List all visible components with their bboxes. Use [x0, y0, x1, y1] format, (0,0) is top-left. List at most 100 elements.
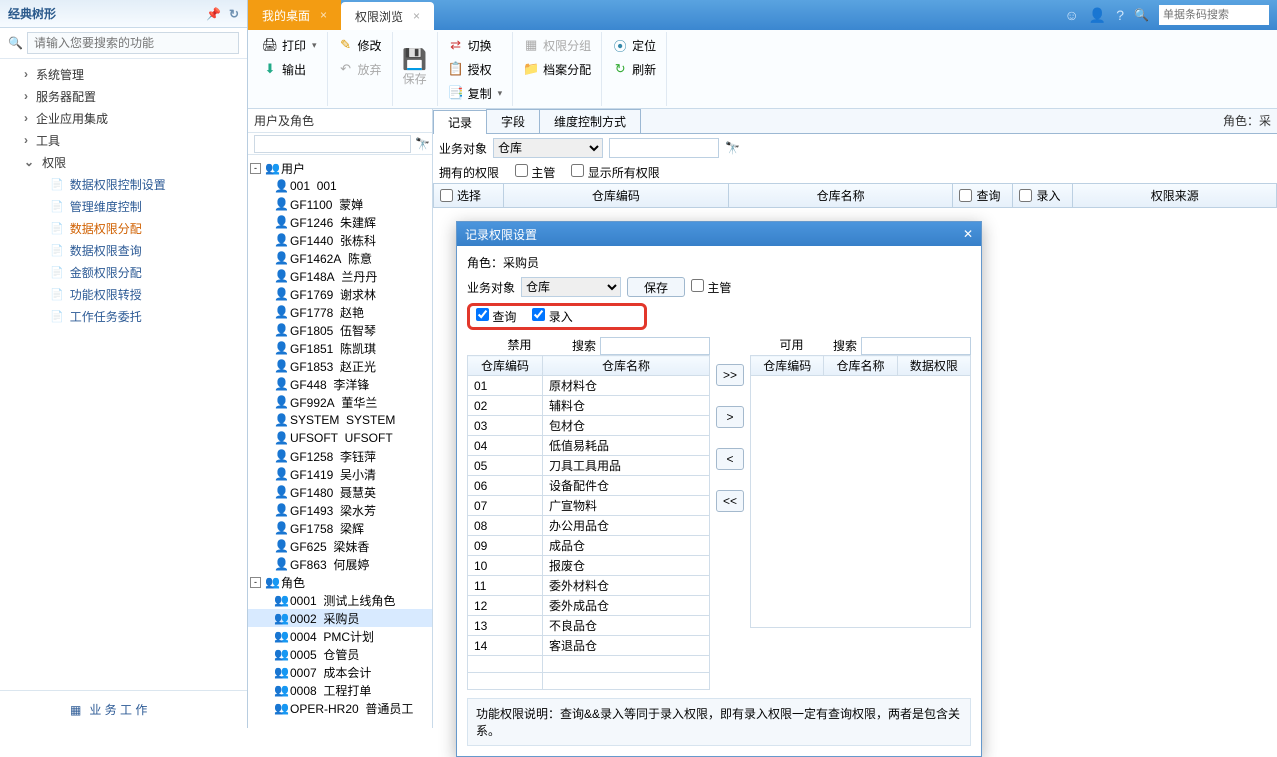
query-checkbox[interactable]: 查询 [476, 308, 516, 325]
tree-permission[interactable]: 权限 [0, 151, 247, 173]
user-node[interactable]: 👤GF1480 聂慧英 [248, 483, 432, 501]
supervisor-checkbox[interactable]: 主管 [515, 164, 555, 181]
user-node[interactable]: 👤GF1851 陈凯琪 [248, 339, 432, 357]
tree-tools[interactable]: 工具 [0, 129, 247, 151]
abandon-button[interactable]: ↶放弃 [334, 58, 386, 80]
tree-group[interactable]: -👥用户 [248, 159, 432, 177]
available-search-input[interactable] [861, 337, 971, 355]
user-node[interactable]: 👤GF1778 赵艳 [248, 303, 432, 321]
file-alloc-button[interactable]: 📁档案分配 [519, 58, 595, 80]
move-all-right-button[interactable]: >> [716, 364, 744, 386]
table-row[interactable]: 11委外材料仓 [468, 576, 710, 596]
table-row[interactable]: 10报废仓 [468, 556, 710, 576]
tab-record[interactable]: 记录 [433, 110, 487, 134]
help-icon[interactable]: ? [1116, 7, 1124, 23]
pin-icon[interactable]: 📌 [206, 7, 221, 21]
table-row[interactable]: 05刀具工具用品 [468, 456, 710, 476]
user-node[interactable]: 👤UFSOFT UFSOFT [248, 429, 432, 447]
tree-server[interactable]: 服务器配置 [0, 85, 247, 107]
dialog-save-button[interactable]: 保存 [627, 277, 685, 297]
user-node[interactable]: 👤GF148A 兰丹丹 [248, 267, 432, 285]
locate-button[interactable]: ⦿定位 [608, 34, 660, 56]
smile-icon[interactable]: ☺ [1065, 7, 1079, 23]
dialog-supervisor-checkbox[interactable]: 主管 [691, 279, 731, 296]
output-button[interactable]: ⬇输出 [258, 58, 321, 80]
move-all-left-button[interactable]: << [716, 490, 744, 512]
table-row[interactable]: 13不良品仓 [468, 616, 710, 636]
show-all-checkbox[interactable]: 显示所有权限 [571, 164, 659, 181]
sidebar-subitem[interactable]: 管理维度控制 [0, 195, 247, 217]
tree-enterprise[interactable]: 企业应用集成 [0, 107, 247, 129]
biz-object-select[interactable]: 仓库 [493, 138, 603, 158]
role-node[interactable]: 👥0005 仓管员 [248, 645, 432, 663]
save-button[interactable]: 💾保存 [399, 52, 431, 87]
sidebar-subitem[interactable]: 金额权限分配 [0, 261, 247, 283]
role-node[interactable]: 👥0008 工程打单 [248, 681, 432, 699]
table-row[interactable]: 07广宣物料 [468, 496, 710, 516]
auth-button[interactable]: 📋授权 [444, 58, 507, 80]
user-node[interactable]: 👤GF1258 李钰萍 [248, 447, 432, 465]
user-node[interactable]: 👤GF1758 梁辉 [248, 519, 432, 537]
user-node[interactable]: 👤GF1419 吴小清 [248, 465, 432, 483]
user-search-input[interactable] [254, 135, 411, 153]
table-row[interactable]: 03包材仓 [468, 416, 710, 436]
perm-group-button[interactable]: ▦权限分组 [519, 34, 595, 56]
table-row[interactable]: 01原材料仓 [468, 376, 710, 396]
table-row[interactable]: 06设备配件仓 [468, 476, 710, 496]
role-node[interactable]: 👥0007 成本会计 [248, 663, 432, 681]
user-node[interactable]: 👤GF448 李洋锋 [248, 375, 432, 393]
tree-group[interactable]: -👥角色 [248, 573, 432, 591]
print-button[interactable]: 🖨打印▾ [258, 34, 321, 56]
entry-all-checkbox[interactable] [1019, 189, 1032, 202]
close-icon[interactable]: ✕ [963, 227, 973, 241]
user-node[interactable]: 👤GF1462A 陈意 [248, 249, 432, 267]
table-row[interactable]: 04低值易耗品 [468, 436, 710, 456]
user-node[interactable]: 👤SYSTEM SYSTEM [248, 411, 432, 429]
close-icon[interactable]: × [320, 8, 327, 22]
user-node[interactable]: 👤GF1246 朱建辉 [248, 213, 432, 231]
tab-desktop[interactable]: 我的桌面 × [248, 0, 341, 30]
table-row[interactable]: 02辅料仓 [468, 396, 710, 416]
user-icon[interactable]: 👤 [1089, 7, 1106, 24]
role-node[interactable]: 👥0001 测试上线角色 [248, 591, 432, 609]
user-node[interactable]: 👤GF863 何展婷 [248, 555, 432, 573]
user-node[interactable]: 👤GF1100 蒙婵 [248, 195, 432, 213]
entry-checkbox[interactable]: 录入 [532, 308, 572, 325]
user-node[interactable]: 👤001 001 [248, 177, 432, 195]
user-node[interactable]: 👤GF1853 赵正光 [248, 357, 432, 375]
close-icon[interactable]: × [413, 9, 420, 23]
filter-input[interactable] [609, 138, 719, 158]
user-node[interactable]: 👤GF1440 张栋科 [248, 231, 432, 249]
user-node[interactable]: 👤GF1493 梁水芳 [248, 501, 432, 519]
role-node[interactable]: 👥0004 PMC计划 [248, 627, 432, 645]
user-node[interactable]: 👤GF992A 董华兰 [248, 393, 432, 411]
move-left-button[interactable]: < [716, 448, 744, 470]
user-node[interactable]: 👤GF1769 谢求林 [248, 285, 432, 303]
binoculars-icon[interactable]: 🔭 [725, 141, 740, 155]
table-row[interactable]: 14客退品仓 [468, 636, 710, 656]
tab-field[interactable]: 字段 [486, 109, 540, 133]
sidebar-subitem[interactable]: 数据权限分配 [0, 217, 247, 239]
role-node[interactable]: 👥0002 采购员 [248, 609, 432, 627]
user-node[interactable]: 👤GF625 梁妹香 [248, 537, 432, 555]
select-all-checkbox[interactable] [440, 189, 453, 202]
sidebar-subitem[interactable]: 数据权限查询 [0, 239, 247, 261]
barcode-search-input[interactable] [1159, 5, 1269, 25]
sidebar-subitem[interactable]: 数据权限控制设置 [0, 173, 247, 195]
disable-search-input[interactable] [600, 337, 710, 355]
role-node[interactable]: 👥OPER-HR20 普通员工 [248, 699, 432, 717]
modify-button[interactable]: ✎修改 [334, 34, 386, 56]
sidebar-bottom[interactable]: 业 务 工 作 [0, 690, 247, 728]
switch-button[interactable]: ⇄切换 [444, 34, 507, 56]
dialog-biz-select[interactable]: 仓库 [521, 277, 621, 297]
copy-button[interactable]: 📑复制▾ [444, 82, 507, 104]
refresh-icon[interactable]: ↻ [229, 7, 239, 21]
refresh-button[interactable]: ↻刷新 [608, 58, 660, 80]
binoculars-icon[interactable]: 🔭 [415, 137, 430, 151]
table-row[interactable]: 12委外成品仓 [468, 596, 710, 616]
user-node[interactable]: 👤GF1805 伍智琴 [248, 321, 432, 339]
table-row[interactable]: 09成品仓 [468, 536, 710, 556]
tab-dim-control[interactable]: 维度控制方式 [539, 109, 641, 133]
sidebar-search-input[interactable] [27, 32, 239, 54]
move-right-button[interactable]: > [716, 406, 744, 428]
